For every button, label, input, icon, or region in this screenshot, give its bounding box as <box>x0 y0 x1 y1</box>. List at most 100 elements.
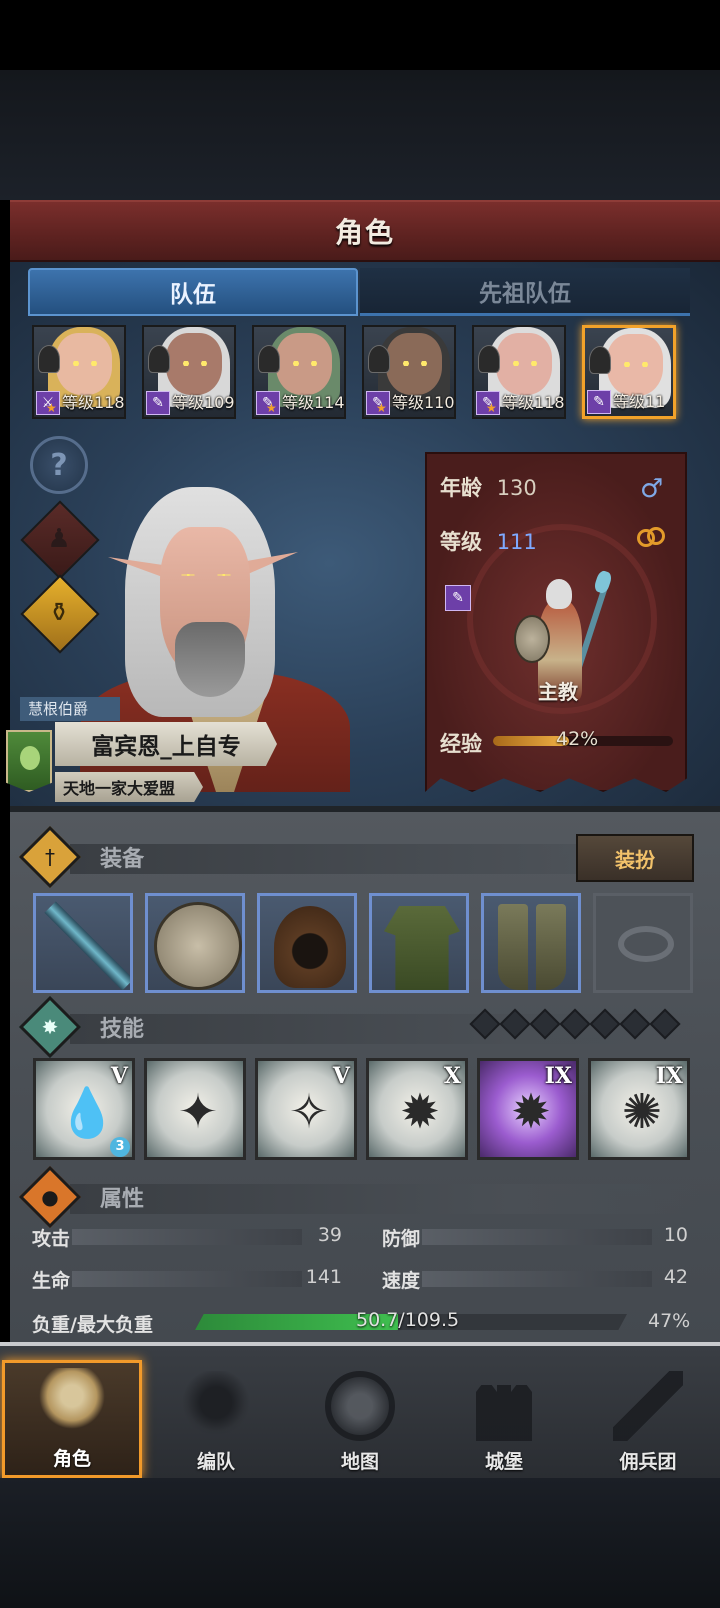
page-title: 角色 <box>334 216 395 249</box>
star-icon: ★ <box>46 401 57 415</box>
tab-ancestor-team[interactable]: 先祖队伍 <box>360 268 690 316</box>
skill-icon: ✧ <box>288 1084 330 1140</box>
team-portraits: ⚔ ★ 等级118 ✎ 等级109 ✎ ★ 等级114 ✎ ★ 等级110 ✎ ★ 等级118 ✎ 等级11 <box>32 325 692 421</box>
hp-value: 141 <box>305 1266 342 1288</box>
unit-icon <box>478 345 500 373</box>
skill-tier: V <box>332 1063 350 1089</box>
skill-slot[interactable]: ✹ IX <box>477 1058 579 1160</box>
skill-tier: IX <box>655 1063 683 1089</box>
skill-slot[interactable]: ✦ <box>144 1058 246 1160</box>
tunic-item-icon <box>384 906 460 990</box>
attack-value: 39 <box>317 1224 342 1246</box>
team-portrait[interactable]: ✎ ★ 等级114 <box>252 325 346 419</box>
equip-slot-ring[interactable] <box>593 893 693 993</box>
nav-formation-label: 编队 <box>196 1451 235 1473</box>
skill-slot[interactable]: ✺ IX <box>588 1058 690 1160</box>
skill-slot[interactable]: 💧 V 3 <box>33 1058 135 1160</box>
nav-character-label: 角色 <box>52 1448 91 1470</box>
team-portrait[interactable]: ✎ 等级11 <box>582 325 676 419</box>
unit-icon <box>368 345 390 373</box>
knight-icon <box>37 1368 107 1438</box>
equip-slot-feet[interactable] <box>481 893 581 993</box>
dress-up-button[interactable]: 装扮 <box>576 834 694 882</box>
header-background <box>0 70 720 200</box>
compass-icon <box>325 1371 395 1441</box>
load-label: 负重/最大负重 <box>32 1314 153 1336</box>
wedding-ring-icon[interactable] <box>637 527 667 549</box>
banner-sword-icon <box>613 1371 683 1441</box>
star-icon: ★ <box>486 401 497 415</box>
hero-name-text: 富宾恩_上自专 <box>91 734 241 760</box>
shield-item-icon <box>154 902 242 990</box>
nav-mercenary-label: 佣兵团 <box>619 1451 677 1473</box>
skill-point-slot <box>649 1008 681 1040</box>
team-portrait[interactable]: ✎ 等级109 <box>142 325 236 419</box>
skill-point-slots <box>469 1008 681 1040</box>
status-bar <box>0 0 720 70</box>
equip-slot-shield[interactable] <box>145 893 245 993</box>
equipment-title: 装备 <box>100 847 145 872</box>
rank-title: 慧根伯爵 <box>20 697 120 721</box>
nav-map[interactable]: 地图 <box>290 1360 430 1478</box>
staff-item-icon <box>44 901 130 990</box>
ring-item-icon <box>618 926 674 962</box>
nav-castle-label: 城堡 <box>484 1451 523 1473</box>
hp-label: 生命 <box>32 1270 71 1292</box>
load-value: 50.7/109.5 <box>356 1309 460 1331</box>
tab-team-label: 队伍 <box>170 282 216 308</box>
nav-castle[interactable]: 城堡 <box>434 1360 574 1478</box>
star-icon: ★ <box>266 401 277 415</box>
guild-name[interactable]: 天地一家大爱盟 <box>55 772 203 802</box>
dress-up-label: 装扮 <box>615 847 655 872</box>
unit-icon <box>38 345 60 373</box>
skill-point-slot <box>559 1008 591 1040</box>
class-name: 主教 <box>538 680 578 704</box>
skill-slot[interactable]: ✹ X <box>366 1058 468 1160</box>
equip-slot-body[interactable] <box>369 893 469 993</box>
team-portrait[interactable]: ✎ ★ 等级118 <box>472 325 566 419</box>
skill-icon: ✹ <box>399 1084 441 1140</box>
bottom-nav: 角色 编队 地图 城堡 佣兵团 <box>0 1342 720 1478</box>
stat-attack: 攻击 39 <box>32 1224 342 1250</box>
attributes-header: ● 属性 <box>10 1165 700 1229</box>
skill-point-slot <box>619 1008 651 1040</box>
tab-team[interactable]: 队伍 <box>28 268 358 316</box>
footer-background <box>0 1478 720 1608</box>
guild-banner-icon[interactable] <box>6 730 52 792</box>
unit-icon <box>258 345 280 373</box>
nav-map-label: 地图 <box>340 1451 379 1473</box>
equip-slot-head[interactable] <box>257 893 357 993</box>
help-icon: ? <box>50 447 68 483</box>
speed-value: 42 <box>663 1266 688 1288</box>
portrait-level: 等级11 <box>613 392 666 411</box>
exp-percent: 42% <box>556 728 599 750</box>
portrait-level: 等级114 <box>282 393 345 412</box>
skills-title: 技能 <box>100 1017 145 1042</box>
team-portrait[interactable]: ⚔ ★ 等级118 <box>32 325 126 419</box>
skill-tier: X <box>443 1063 461 1089</box>
skill-tier: V <box>110 1063 128 1089</box>
load-percent: 47% <box>648 1310 691 1332</box>
nav-character[interactable]: 角色 <box>2 1360 142 1478</box>
skill-point-slot <box>529 1008 561 1040</box>
skill-icon: ✦ <box>177 1084 219 1140</box>
portrait-level: 等级118 <box>502 393 565 412</box>
nav-formation[interactable]: 编队 <box>146 1360 286 1478</box>
stat-hp: 生命 141 <box>32 1266 342 1292</box>
title-banner: 角色 <box>10 200 720 262</box>
tab-ancestor-team-label: 先祖队伍 <box>479 280 571 307</box>
skill-tier: IX <box>544 1063 572 1089</box>
attributes-title: 属性 <box>100 1187 145 1212</box>
portrait-level: 等级110 <box>392 393 455 412</box>
skill-point-slot <box>499 1008 531 1040</box>
equip-slot-weapon[interactable] <box>33 893 133 993</box>
skill-slot[interactable]: ✧ V <box>255 1058 357 1160</box>
attack-label: 攻击 <box>32 1228 71 1250</box>
male-icon: ♂ <box>640 474 664 504</box>
team-portrait[interactable]: ✎ ★ 等级110 <box>362 325 456 419</box>
skill-icon: ✺ <box>621 1084 663 1140</box>
nav-mercenary[interactable]: 佣兵团 <box>578 1360 718 1478</box>
unit-icon <box>589 346 611 374</box>
hero-name[interactable]: 富宾恩_上自专 <box>55 722 277 766</box>
hood-item-icon <box>274 906 346 988</box>
